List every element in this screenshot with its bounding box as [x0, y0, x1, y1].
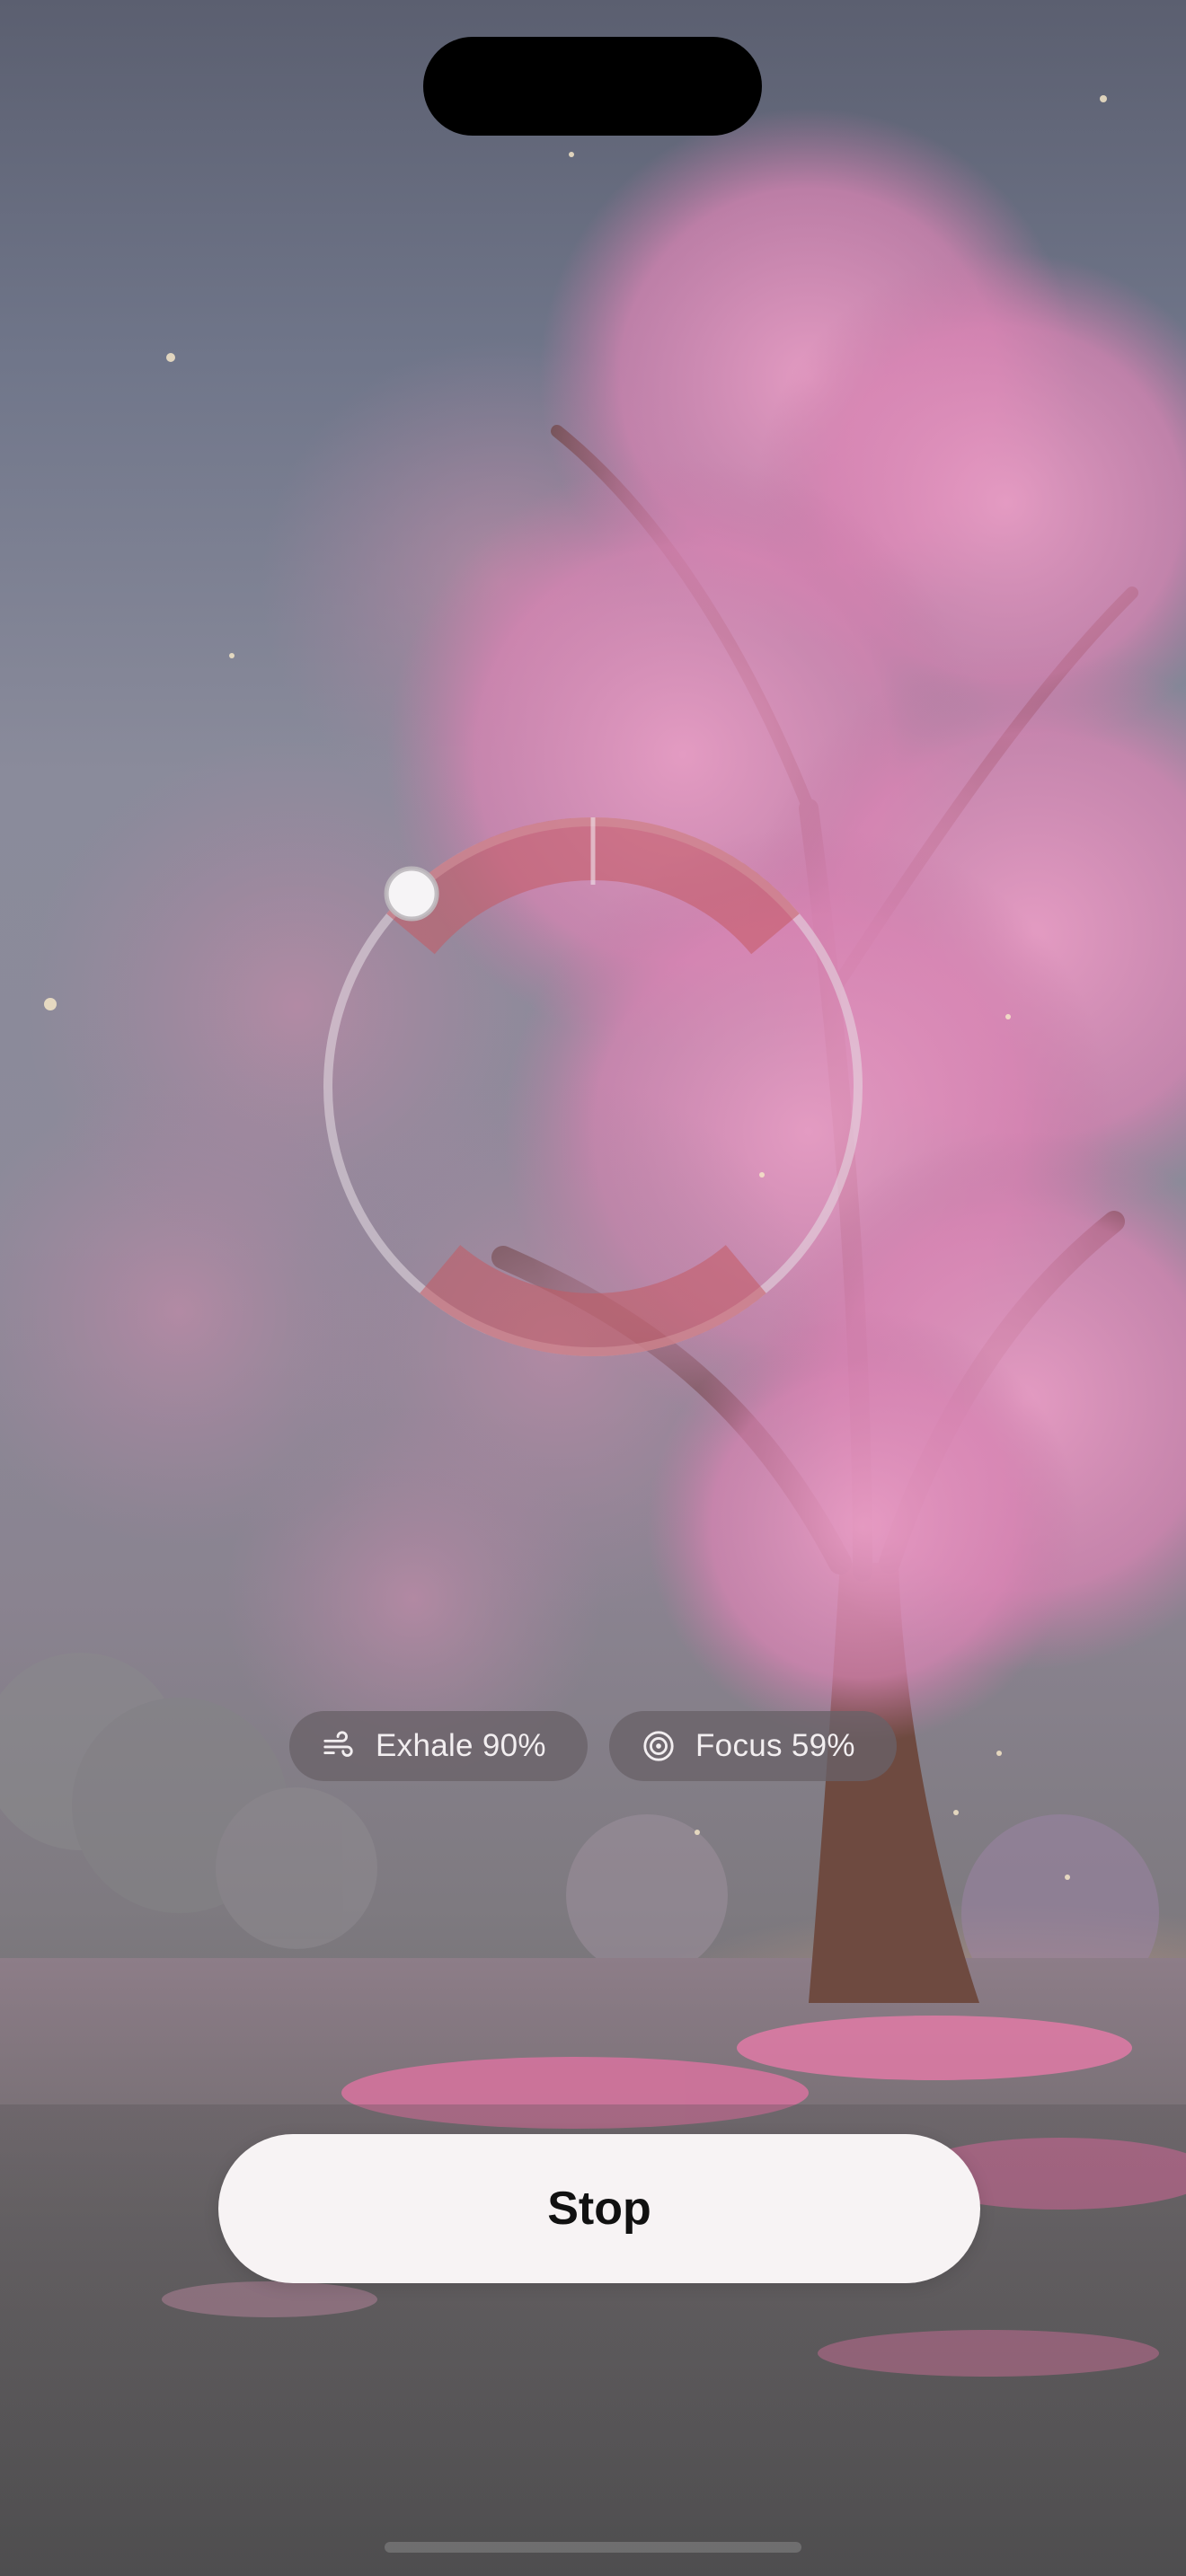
wind-icon	[323, 1731, 353, 1757]
stop-button[interactable]: Stop	[218, 2134, 980, 2283]
exhale-chip: Exhale 90%	[289, 1711, 588, 1781]
dynamic-island	[423, 37, 762, 136]
target-icon	[643, 1731, 674, 1761]
exhale-label: Exhale 90%	[376, 1728, 546, 1763]
home-indicator	[385, 2542, 801, 2553]
stats-row: Exhale 90% Focus 59%	[0, 1711, 1186, 1781]
breathing-screen: Exhale 90% Focus 59% Stop	[0, 0, 1186, 2576]
exhale-segment	[420, 1244, 766, 1356]
hold-segment	[592, 817, 800, 955]
progress-handle[interactable]	[384, 866, 439, 922]
focus-chip: Focus 59%	[609, 1711, 897, 1781]
breathing-ring	[305, 799, 881, 1374]
focus-label: Focus 59%	[695, 1728, 855, 1763]
